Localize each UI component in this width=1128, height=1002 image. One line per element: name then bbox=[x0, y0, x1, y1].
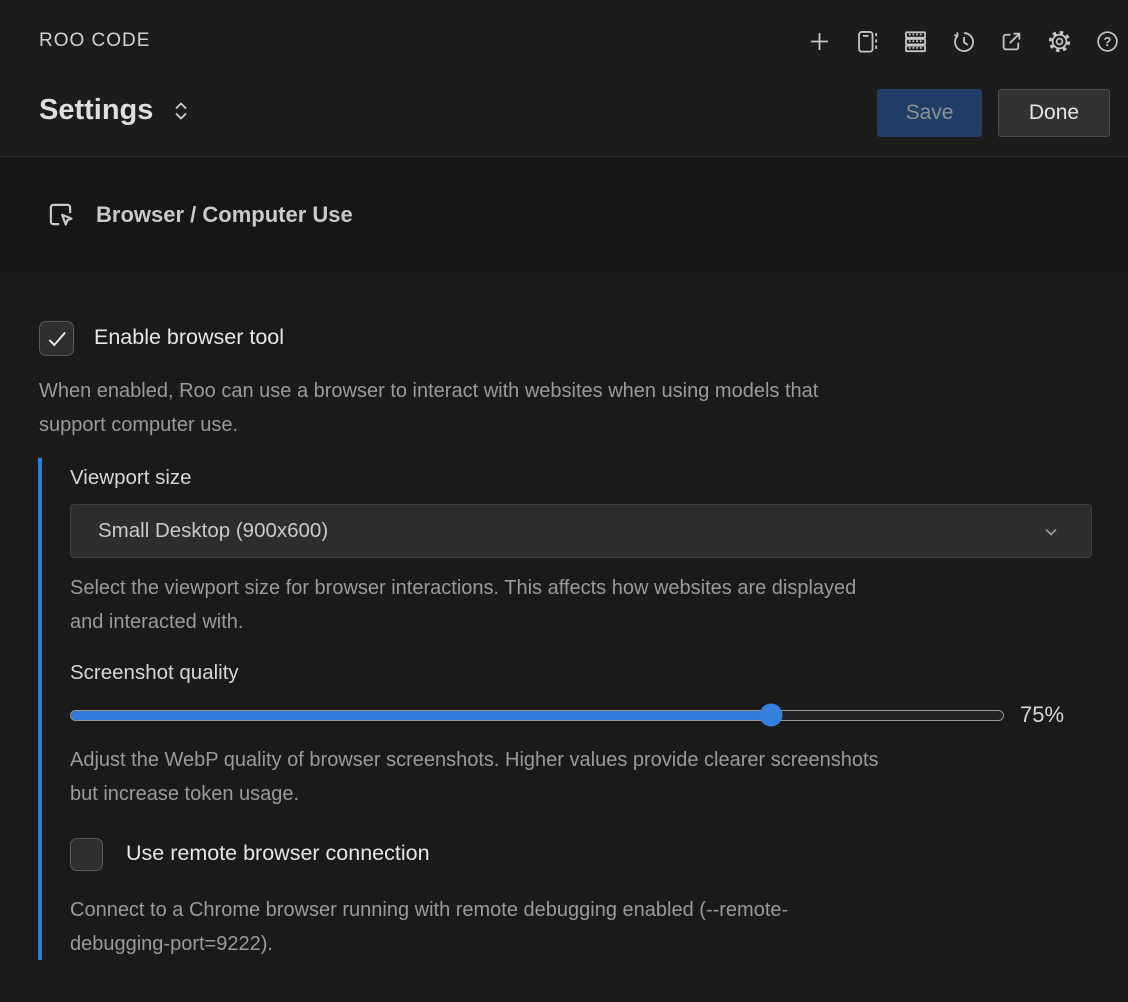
app-title: ROO CODE bbox=[39, 30, 150, 52]
enable-browser-description: When enabled, Roo can use a browser to i… bbox=[39, 374, 818, 442]
viewport-size-value: Small Desktop (900x600) bbox=[98, 519, 328, 543]
svg-text:?: ? bbox=[1103, 34, 1111, 49]
chevron-down-icon bbox=[1039, 520, 1063, 549]
settings-gear-button[interactable] bbox=[1042, 22, 1076, 60]
notepad-icon bbox=[854, 28, 881, 55]
quality-slider-fill bbox=[71, 711, 770, 720]
quality-slider-value: 75% bbox=[1020, 703, 1064, 727]
extension-topbar: ROO CODE bbox=[0, 0, 1128, 157]
viewport-size-label: Viewport size bbox=[70, 466, 192, 490]
help-button[interactable]: ? bbox=[1090, 22, 1124, 60]
screenshot-quality-description: Adjust the WebP quality of browser scree… bbox=[70, 743, 879, 811]
screenshot-quality-label: Screenshot quality bbox=[70, 661, 239, 685]
settings-content: Enable browser tool When enabled, Roo ca… bbox=[0, 272, 1128, 1002]
open-external-button[interactable] bbox=[994, 22, 1028, 60]
quality-slider[interactable] bbox=[70, 703, 1004, 727]
save-button[interactable]: Save bbox=[877, 89, 982, 137]
toolbar-actions: Save Done bbox=[877, 89, 1110, 137]
quality-slider-thumb[interactable] bbox=[759, 704, 782, 727]
open-external-icon bbox=[998, 28, 1025, 55]
question-icon: ? bbox=[1094, 28, 1121, 55]
browser-options-group: Viewport size Small Desktop (900x600) Se… bbox=[38, 458, 1092, 960]
enable-browser-label: Enable browser tool bbox=[94, 325, 284, 350]
remote-browser-description: Connect to a Chrome browser running with… bbox=[70, 893, 788, 961]
done-button[interactable]: Done bbox=[998, 89, 1110, 137]
settings-title-row: Settings bbox=[39, 94, 192, 127]
server-icon bbox=[902, 28, 929, 55]
settings-section-dropdown[interactable] bbox=[170, 99, 192, 123]
plus-button[interactable] bbox=[802, 22, 836, 60]
chevron-up-down-icon bbox=[170, 99, 192, 123]
quality-slider-track[interactable] bbox=[70, 710, 1004, 721]
enable-browser-checkbox[interactable] bbox=[39, 321, 74, 356]
server-button[interactable] bbox=[898, 22, 932, 60]
viewport-size-description: Select the viewport size for browser int… bbox=[70, 571, 856, 639]
remote-browser-label: Use remote browser connection bbox=[126, 841, 430, 866]
remote-browser-checkbox[interactable] bbox=[70, 838, 103, 871]
topbar-icon-group: ? bbox=[802, 22, 1124, 60]
section-title: Browser / Computer Use bbox=[96, 202, 353, 228]
page-title: Settings bbox=[39, 94, 153, 127]
history-icon bbox=[950, 28, 977, 55]
check-icon bbox=[44, 326, 70, 352]
enable-browser-row bbox=[39, 321, 74, 356]
section-header: Browser / Computer Use bbox=[0, 158, 1128, 272]
viewport-size-select[interactable]: Small Desktop (900x600) bbox=[70, 504, 1092, 558]
plus-icon bbox=[806, 28, 833, 55]
notepad-button[interactable] bbox=[850, 22, 884, 60]
inspect-icon bbox=[44, 198, 77, 231]
gear-icon bbox=[1046, 28, 1073, 55]
history-button[interactable] bbox=[946, 22, 980, 60]
remote-browser-row bbox=[70, 838, 103, 871]
